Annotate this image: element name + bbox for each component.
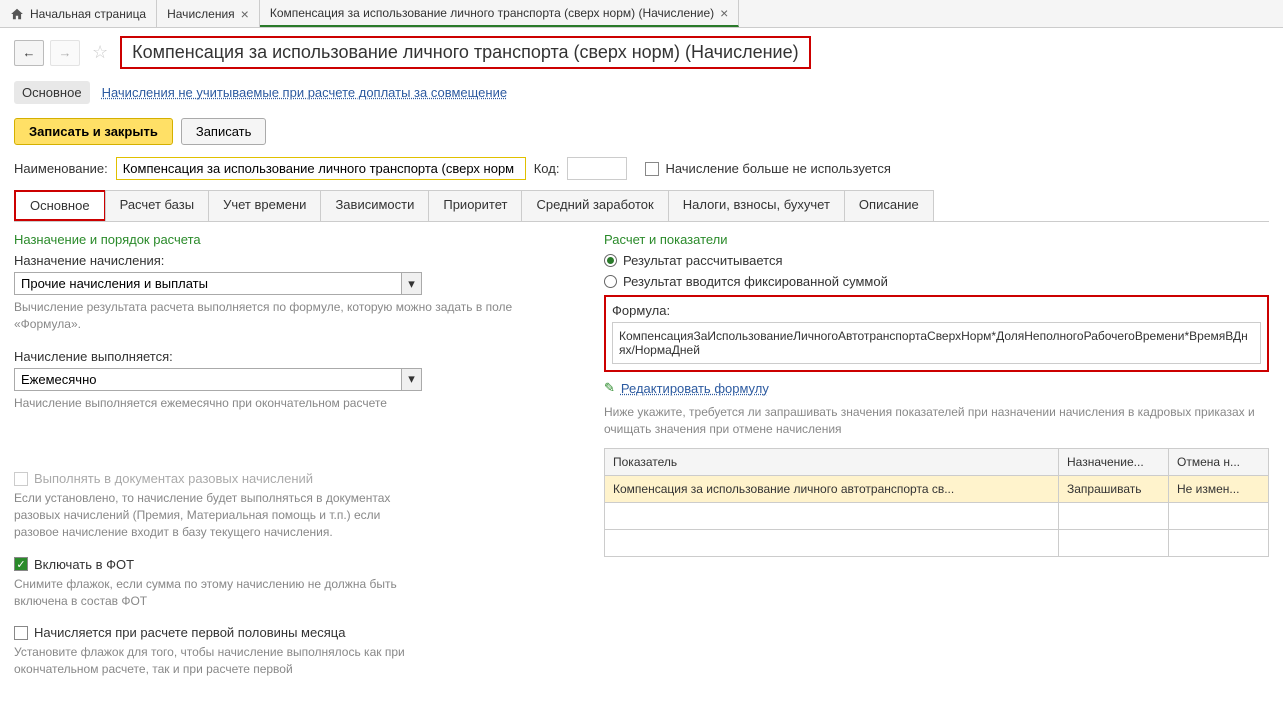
tab-osnovnoe[interactable]: Основное [14,190,106,221]
purpose-select: ▾ [14,272,422,295]
name-input[interactable] [116,157,526,180]
section-purpose: Назначение и порядок расчета [14,232,574,247]
formula-box: Формула: КомпенсацияЗаИспользованиеЛично… [604,295,1269,372]
favorite-icon[interactable]: ☆ [92,42,108,63]
tab-raschet-bazy[interactable]: Расчет базы [105,190,210,221]
forward-button[interactable]: → [50,40,80,66]
edit-formula-link[interactable]: Редактировать формулу [621,381,769,396]
th-indicator[interactable]: Показатель [605,448,1059,475]
radio-calculated[interactable] [604,254,617,267]
tab-opisanie[interactable]: Описание [844,190,934,221]
main-tabs: Основное Расчет базы Учет времени Зависи… [14,190,1269,222]
table-row[interactable] [605,502,1269,529]
radio-fixed[interactable] [604,275,617,288]
subnav-main[interactable]: Основное [14,81,90,104]
tab-home-label: Начальная страница [30,7,146,21]
when-hint: Начисление выполняется ежемесячно при ок… [14,395,574,412]
code-label: Код: [534,161,560,176]
not-used-label: Начисление больше не используется [665,161,890,176]
formula-text[interactable]: КомпенсацияЗаИспользованиеЛичногоАвтотра… [612,322,1261,364]
name-label: Наименование: [14,161,108,176]
not-used-checkbox[interactable] [645,162,659,176]
cb-first-half[interactable] [14,626,28,640]
purpose-input[interactable] [14,272,402,295]
left-column: Назначение и порядок расчета Назначение … [14,232,574,678]
td-cancel: Не измен... [1169,475,1269,502]
tab-current-label: Компенсация за использование личного тра… [270,6,714,20]
td-assign: Запрашивать [1059,475,1169,502]
radio2-row[interactable]: Результат вводится фиксированной суммой [604,274,1269,289]
when-select: ▾ [14,368,422,391]
th-assign[interactable]: Назначение... [1059,448,1169,475]
chevron-down-icon[interactable]: ▾ [402,272,422,295]
indicators-hint: Ниже укажите, требуется ли запрашивать з… [604,404,1269,438]
subnav-link[interactable]: Начисления не учитываемые при расчете до… [102,85,508,100]
cb1-label: Выполнять в документах разовых начислени… [34,471,313,486]
radio1-label: Результат рассчитывается [623,253,783,268]
right-column: Расчет и показатели Результат рассчитыва… [604,232,1269,678]
cb1-hint: Если установлено, то начисление будет вы… [14,490,414,540]
save-button[interactable]: Записать [181,118,267,145]
cb3-row: Начисляется при расчете первой половины … [14,625,574,640]
close-icon[interactable]: × [241,6,249,22]
table-row[interactable] [605,529,1269,556]
radio2-label: Результат вводится фиксированной суммой [623,274,888,289]
cb-onetime [14,472,28,486]
cb3-label: Начисляется при расчете первой половины … [34,625,345,640]
not-used-checkbox-wrap: Начисление больше не используется [645,161,890,176]
edit-formula-row: ✎ Редактировать формулу [604,380,1269,396]
save-close-button[interactable]: Записать и закрыть [14,118,173,145]
tab-accruals[interactable]: Начисления × [157,0,260,27]
page-title: Компенсация за использование личного тра… [120,36,810,69]
tab-zavisimosti[interactable]: Зависимости [320,190,429,221]
tab-sredniy-zarabotok[interactable]: Средний заработок [521,190,668,221]
cb3-hint: Установите флажок для того, чтобы начисл… [14,644,414,678]
radio1-row[interactable]: Результат рассчитывается [604,253,1269,268]
tab-uchet-vremeni[interactable]: Учет времени [208,190,321,221]
when-input[interactable] [14,368,402,391]
section-calc: Расчет и показатели [604,232,1269,247]
close-icon[interactable]: × [720,5,728,21]
purpose-hint: Вычисление результата расчета выполняетс… [14,299,574,333]
tab-home[interactable]: Начальная страница [0,0,157,27]
chevron-down-icon[interactable]: ▾ [402,368,422,391]
home-icon [10,7,24,21]
td-indicator: Компенсация за использование личного авт… [605,475,1059,502]
when-label: Начисление выполняется: [14,349,574,364]
code-input[interactable] [567,157,627,180]
cb2-label: Включать в ФОТ [34,557,134,572]
cb2-row: ✓ Включать в ФОТ [14,557,574,572]
action-bar: Записать и закрыть Записать [0,112,1283,151]
content: Назначение и порядок расчета Назначение … [0,222,1283,688]
sub-nav: Основное Начисления не учитываемые при р… [0,77,1283,112]
cb1-row: Выполнять в документах разовых начислени… [14,471,574,486]
formula-label: Формула: [612,303,1261,318]
top-tabs: Начальная страница Начисления × Компенса… [0,0,1283,28]
toolbar-nav: ← → ☆ Компенсация за использование лично… [0,28,1283,77]
tab-current[interactable]: Компенсация за использование личного тра… [260,0,740,27]
pencil-icon: ✎ [604,380,615,396]
cb2-hint: Снимите флажок, если сумма по этому начи… [14,576,414,610]
indicators-table: Показатель Назначение... Отмена н... Ком… [604,448,1269,557]
cb-fot[interactable]: ✓ [14,557,28,571]
name-row: Наименование: Код: Начисление больше не … [0,151,1283,186]
tab-nalogi[interactable]: Налоги, взносы, бухучет [668,190,845,221]
th-cancel[interactable]: Отмена н... [1169,448,1269,475]
tab-accruals-label: Начисления [167,7,235,21]
table-row[interactable]: Компенсация за использование личного авт… [605,475,1269,502]
tab-prioritet[interactable]: Приоритет [428,190,522,221]
back-button[interactable]: ← [14,40,44,66]
purpose-label: Назначение начисления: [14,253,574,268]
